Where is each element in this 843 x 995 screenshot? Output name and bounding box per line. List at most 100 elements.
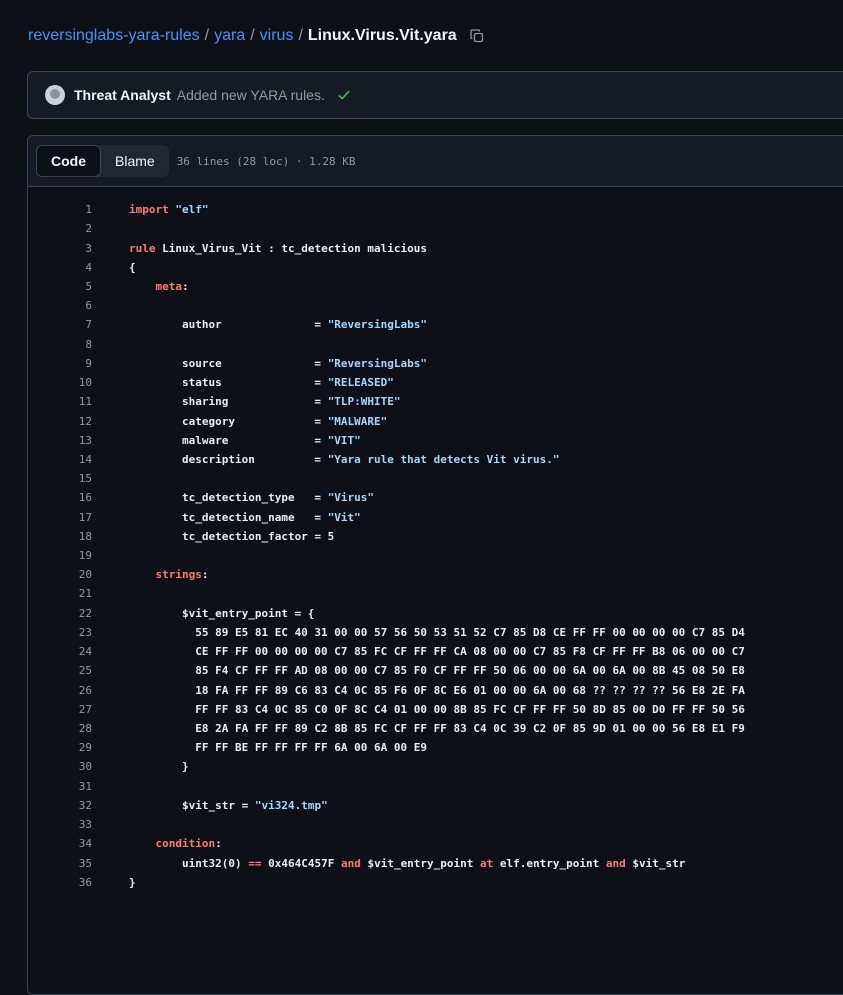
breadcrumb-current-file: Linux.Virus.Vit.yara — [307, 27, 457, 44]
line-number[interactable]: 26 — [28, 684, 92, 697]
code-token: strings — [155, 568, 202, 582]
code-token: "MALWARE" — [327, 414, 388, 428]
code-line: 34 condition: — [28, 834, 843, 853]
line-number[interactable]: 2 — [28, 222, 92, 235]
line-number[interactable]: 31 — [28, 780, 92, 793]
code-line: 35 uint32(0) == 0x464C457F and $vit_entr… — [28, 853, 843, 872]
code-token: $vit_str — [625, 856, 686, 870]
line-number[interactable]: 15 — [28, 472, 92, 485]
code-line: 25 85 F4 CF FF FF AD 08 00 00 C7 85 F0 C… — [28, 661, 843, 680]
code-token: meta — [155, 279, 183, 293]
line-content: $vit_str = "vi324.tmp" — [92, 799, 328, 812]
line-content: uint32(0) == 0x464C457F and $vit_entry_p… — [92, 857, 685, 870]
breadcrumb-repo-link[interactable]: reversinglabs-yara-rules — [28, 26, 200, 46]
code-token: == — [248, 856, 262, 870]
line-number[interactable]: 29 — [28, 741, 92, 754]
code-line: 3 rule Linux_Virus_Vit : tc_detection mal… — [28, 238, 843, 257]
code-line: 20 strings: — [28, 565, 843, 584]
line-content: 55 89 E5 81 EC 40 31 00 00 57 56 50 53 5… — [92, 626, 745, 639]
code-line: 21 — [28, 584, 843, 603]
code-token: $vit_entry_point — [360, 856, 481, 870]
line-content: meta: — [92, 280, 189, 293]
line-number[interactable]: 24 — [28, 645, 92, 658]
line-number[interactable]: 12 — [28, 415, 92, 428]
line-number[interactable]: 22 — [28, 607, 92, 620]
line-number[interactable]: 36 — [28, 876, 92, 889]
copy-path-icon[interactable] — [469, 28, 485, 44]
code-token: CE FF FF 00 00 00 00 C7 85 FC CF FF FF C… — [129, 645, 745, 659]
code-line: 15 — [28, 469, 843, 488]
line-number[interactable]: 34 — [28, 837, 92, 850]
line-number[interactable]: 30 — [28, 760, 92, 773]
line-number[interactable]: 9 — [28, 357, 92, 370]
line-content: strings: — [92, 568, 209, 582]
breadcrumb: reversinglabs-yara-rules / yara / virus … — [28, 26, 485, 46]
code-token: and — [605, 856, 626, 870]
code-token: 18 FA FF FF 89 C6 83 C4 0C 85 F6 0F 8C E… — [129, 683, 745, 697]
commit-message-link[interactable]: Added new YARA rules. — [177, 87, 325, 103]
code-token: FF FF 83 C4 0C 85 C0 0F 8C C4 01 00 00 8… — [129, 702, 745, 716]
line-content: E8 2A FA FF FF 89 C2 8B 85 FC CF FF FF 8… — [92, 722, 745, 735]
code-line: 22 $vit_entry_point = { — [28, 604, 843, 623]
latest-commit-bar: Threat Analyst Added new YARA rules. — [27, 71, 843, 119]
code-line: 26 18 FA FF FF 89 C6 83 C4 0C 85 F6 0F 8… — [28, 680, 843, 699]
line-number[interactable]: 14 — [28, 453, 92, 466]
code-token: "vi324.tmp" — [254, 798, 328, 812]
line-content: description = "Yara rule that detects Vi… — [92, 453, 560, 466]
code-line: 23 55 89 E5 81 EC 40 31 00 00 57 56 50 5… — [28, 623, 843, 642]
line-number[interactable]: 19 — [28, 549, 92, 562]
breadcrumb-virus-link[interactable]: virus — [260, 26, 294, 46]
line-number[interactable]: 27 — [28, 703, 92, 716]
code-line: 8 — [28, 335, 843, 354]
code-line: 29 FF FF BE FF FF FF FF 6A 00 6A 00 E9 — [28, 738, 843, 757]
line-number[interactable]: 33 — [28, 818, 92, 831]
line-content: rule Linux_Virus_Vit : tc_detection mali… — [92, 242, 427, 255]
code-line: 12 category = "MALWARE" — [28, 411, 843, 430]
line-content: FF FF BE FF FF FF FF 6A 00 6A 00 E9 — [92, 741, 427, 754]
code-line: 1 import "elf" — [28, 200, 843, 219]
line-number[interactable]: 5 — [28, 280, 92, 293]
breadcrumb-yara-link[interactable]: yara — [214, 26, 245, 46]
line-content: status = "RELEASED" — [92, 376, 394, 389]
commit-author-link[interactable]: Threat Analyst — [74, 87, 171, 103]
code-line: 36} — [28, 873, 843, 892]
line-number[interactable]: 25 — [28, 664, 92, 677]
line-number[interactable]: 21 — [28, 587, 92, 600]
line-number[interactable]: 10 — [28, 376, 92, 389]
line-content: condition: — [92, 837, 222, 850]
code-line: 33 — [28, 815, 843, 834]
line-number[interactable]: 6 — [28, 299, 92, 312]
line-number[interactable]: 3 — [28, 242, 92, 255]
code-token: 0x464C457F — [261, 856, 341, 870]
line-number[interactable]: 20 — [28, 568, 92, 581]
line-number[interactable]: 28 — [28, 722, 92, 735]
line-number[interactable]: 4 — [28, 261, 92, 274]
line-number[interactable]: 13 — [28, 434, 92, 447]
code-line: 4{ — [28, 258, 843, 277]
line-number[interactable]: 16 — [28, 491, 92, 504]
line-number[interactable]: 7 — [28, 318, 92, 331]
line-number[interactable]: 1 — [28, 203, 92, 216]
code-view[interactable]: 1 import "elf" 2 3 rule Linux_Virus_Vit : tc… — [28, 187, 843, 892]
code-token: sharing = — [129, 395, 328, 409]
line-number[interactable]: 8 — [28, 338, 92, 351]
line-number[interactable]: 17 — [28, 511, 92, 524]
code-token: $vit_entry_point = { — [129, 606, 315, 620]
avatar[interactable] — [45, 85, 65, 105]
code-token: elf.entry_point — [493, 856, 606, 870]
line-number[interactable]: 23 — [28, 626, 92, 639]
code-line: 24 CE FF FF 00 00 00 00 C7 85 FC CF FF F… — [28, 642, 843, 661]
blame-tab[interactable]: Blame — [101, 145, 169, 177]
line-number[interactable]: 18 — [28, 530, 92, 543]
line-number[interactable]: 11 — [28, 395, 92, 408]
line-number[interactable]: 32 — [28, 799, 92, 812]
code-token: "ReversingLabs" — [327, 318, 428, 332]
code-tab[interactable]: Code — [36, 145, 101, 177]
line-number[interactable]: 35 — [28, 857, 92, 870]
code-token: } — [129, 760, 189, 774]
line-content: import "elf" — [92, 203, 208, 216]
code-token: status = — [129, 376, 328, 390]
code-token: { — [129, 260, 136, 274]
